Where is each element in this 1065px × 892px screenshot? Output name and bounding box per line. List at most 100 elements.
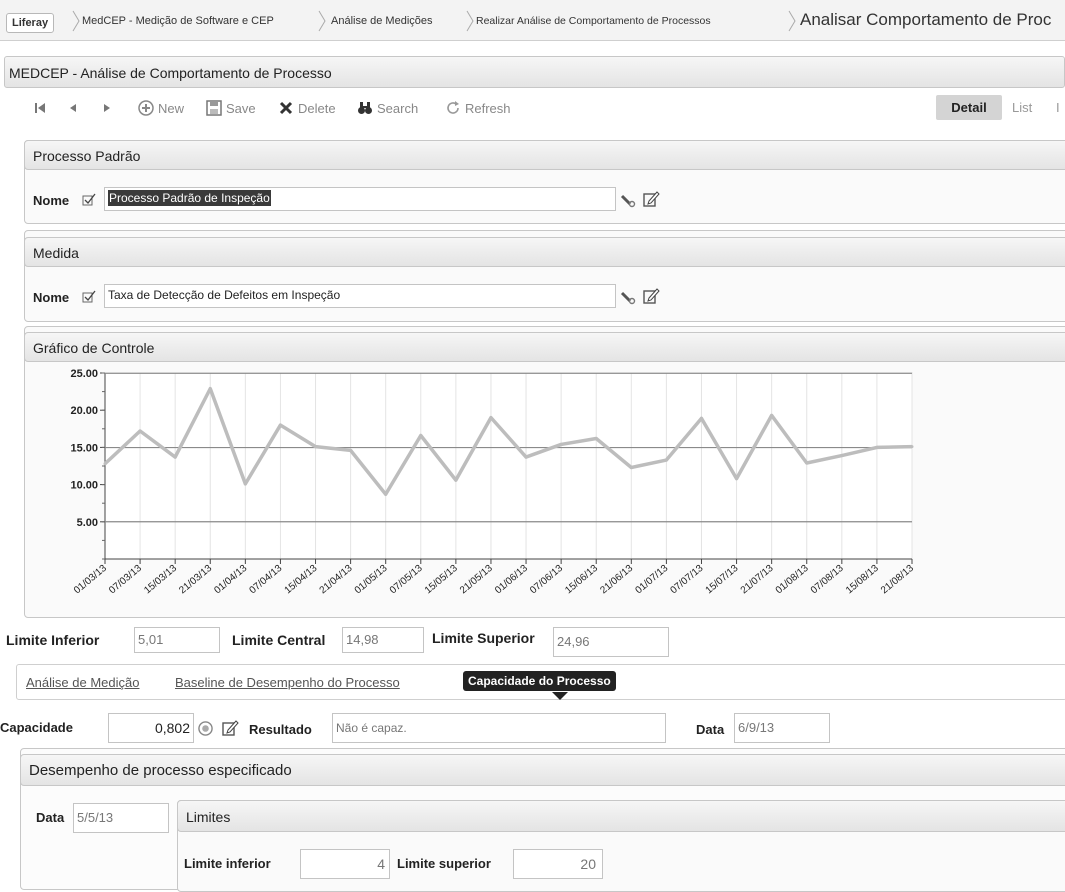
x-tick-label: 07/07/13 — [669, 563, 706, 597]
first-record-icon — [35, 103, 45, 113]
processo-nome-label: Nome — [33, 193, 70, 208]
x-tick-label: 07/06/13 — [528, 563, 565, 597]
delete-icon — [279, 101, 293, 115]
breadcrumb-item-liferay[interactable]: Liferay — [6, 13, 55, 33]
first-record-button[interactable] — [34, 100, 50, 115]
desempenho-panel-title: Desempenho de processo especificado — [20, 754, 1065, 786]
x-tick-label: 21/03/13 — [177, 563, 214, 597]
new-button[interactable]: New — [138, 100, 184, 116]
edit-icon[interactable] — [221, 719, 239, 737]
data-point — [664, 458, 668, 462]
desempenho-data-label: Data — [36, 810, 65, 825]
processo-nome-value: Processo Padrão de Inspeção — [108, 190, 271, 206]
breadcrumb-item-medcep[interactable]: MedCEP - Medição de Software e CEP — [82, 11, 274, 31]
x-tick-label: 15/06/13 — [563, 563, 600, 597]
y-tick-label: 20.00 — [70, 405, 98, 417]
limites-panel-title: Limites — [177, 800, 1065, 832]
desempenho-limite-inferior-field[interactable]: 4 — [300, 849, 390, 879]
limite-inferior-field[interactable]: 5,01 — [134, 627, 220, 653]
capacidade-data-field[interactable]: 6/9/13 — [734, 713, 830, 743]
search-button[interactable]: Search — [357, 100, 418, 116]
breadcrumb-item-analise[interactable]: Análise de Medições — [331, 11, 433, 31]
detail-view-button[interactable]: Detail — [936, 95, 1002, 120]
edit-icon[interactable] — [642, 190, 660, 208]
medida-panel-title: Medida — [24, 237, 1065, 267]
x-tick-label: 15/05/13 — [423, 563, 460, 597]
x-tick-label: 15/03/13 — [142, 563, 179, 597]
tab-baseline[interactable]: Baseline de Desempenho do Processo — [175, 675, 400, 690]
search-label: Search — [377, 101, 419, 116]
limite-central-field[interactable]: 14,98 — [342, 627, 424, 653]
control-chart: 25.00 20.00 15.00 10.00 5.00 01/03/1307/03/13… — [70, 368, 916, 597]
other-view-button[interactable]: I — [1056, 100, 1060, 115]
save-button[interactable]: Save — [206, 100, 256, 116]
x-tick-label: 21/07/13 — [739, 563, 776, 597]
calculate-icon[interactable] — [198, 721, 213, 736]
breadcrumb-separator-icon — [788, 10, 796, 32]
capacidade-field[interactable]: 0,802 — [108, 713, 194, 743]
tab-capacidade-processo[interactable]: Capacidade do Processo — [463, 671, 616, 691]
x-tick-label: 01/07/13 — [633, 563, 670, 597]
x-tick-label: 21/04/13 — [318, 563, 355, 597]
plot-area — [104, 372, 913, 560]
x-tick-label: 15/07/13 — [704, 563, 741, 597]
data-point — [489, 416, 493, 420]
delete-button[interactable]: Delete — [278, 100, 336, 116]
desempenho-limite-superior-field[interactable]: 20 — [513, 849, 603, 879]
capacidade-data-label: Data — [696, 722, 725, 737]
delete-label: Delete — [298, 101, 336, 116]
desempenho-data-field[interactable]: 5/5/13 — [73, 803, 169, 833]
breadcrumb-separator-icon — [466, 10, 474, 32]
window-title: MEDCEP - Análise de Comportamento de Pro… — [4, 56, 1065, 88]
data-point — [138, 429, 142, 433]
data-point — [594, 436, 598, 440]
limite-inferior-label: Limite Inferior — [6, 632, 100, 648]
x-tick-label: 15/08/13 — [844, 563, 881, 597]
next-record-icon — [104, 104, 110, 112]
desempenho-limite-superior-label: Limite superior — [397, 856, 491, 871]
grafico-panel-title: Gráfico de Controle — [24, 332, 1065, 362]
resultado-label: Resultado — [249, 722, 312, 737]
refresh-button[interactable]: Refresh — [445, 100, 511, 116]
medida-nome-field[interactable]: Taxa de Detecção de Defeitos em Inspeção — [104, 284, 616, 308]
processo-panel-title: Processo Padrão — [24, 140, 1065, 170]
refresh-icon — [447, 101, 459, 114]
data-point — [208, 387, 212, 391]
data-point — [103, 462, 107, 466]
refresh-label: Refresh — [465, 101, 511, 116]
x-tick-label: 01/08/13 — [774, 563, 811, 597]
data-point — [805, 461, 809, 465]
data-point — [875, 445, 879, 449]
limite-superior-field[interactable]: 24,96 — [553, 627, 669, 657]
resultado-field[interactable]: Não é capaz. — [332, 713, 666, 743]
breadcrumb-separator-icon — [318, 10, 326, 32]
x-tick-label: 01/06/13 — [493, 563, 530, 597]
previous-record-button[interactable] — [68, 100, 82, 115]
processo-nome-field[interactable]: Processo Padrão de Inspeção — [104, 187, 616, 211]
next-record-button[interactable] — [102, 100, 116, 115]
x-tick-label: 07/08/13 — [809, 563, 846, 597]
lookup-icon[interactable] — [620, 192, 636, 208]
lookup-icon[interactable] — [620, 289, 636, 305]
data-point — [173, 455, 177, 459]
x-tick-label: 21/05/13 — [458, 563, 495, 597]
y-tick-label: 10.00 — [70, 480, 98, 492]
x-tick-label: 21/06/13 — [598, 563, 635, 597]
required-field-icon — [82, 193, 96, 206]
list-view-button[interactable]: List — [1012, 100, 1032, 115]
required-field-icon — [82, 290, 96, 303]
x-tick-label: 01/05/13 — [353, 563, 390, 597]
data-point — [524, 455, 528, 459]
x-tick-label: 07/03/13 — [107, 563, 144, 597]
data-point — [629, 465, 633, 469]
add-icon — [138, 100, 154, 116]
breadcrumb-item-realizar[interactable]: Realizar Análise de Comportamento de Pro… — [476, 11, 711, 31]
data-point — [454, 478, 458, 482]
edit-icon[interactable] — [642, 287, 660, 305]
save-icon — [206, 100, 222, 116]
save-label: Save — [226, 101, 256, 116]
tab-analise-medicao[interactable]: Análise de Medição — [26, 675, 139, 690]
y-tick-label: 5.00 — [77, 517, 98, 529]
binoculars-icon — [358, 102, 372, 114]
x-tick-label: 07/05/13 — [388, 563, 425, 597]
